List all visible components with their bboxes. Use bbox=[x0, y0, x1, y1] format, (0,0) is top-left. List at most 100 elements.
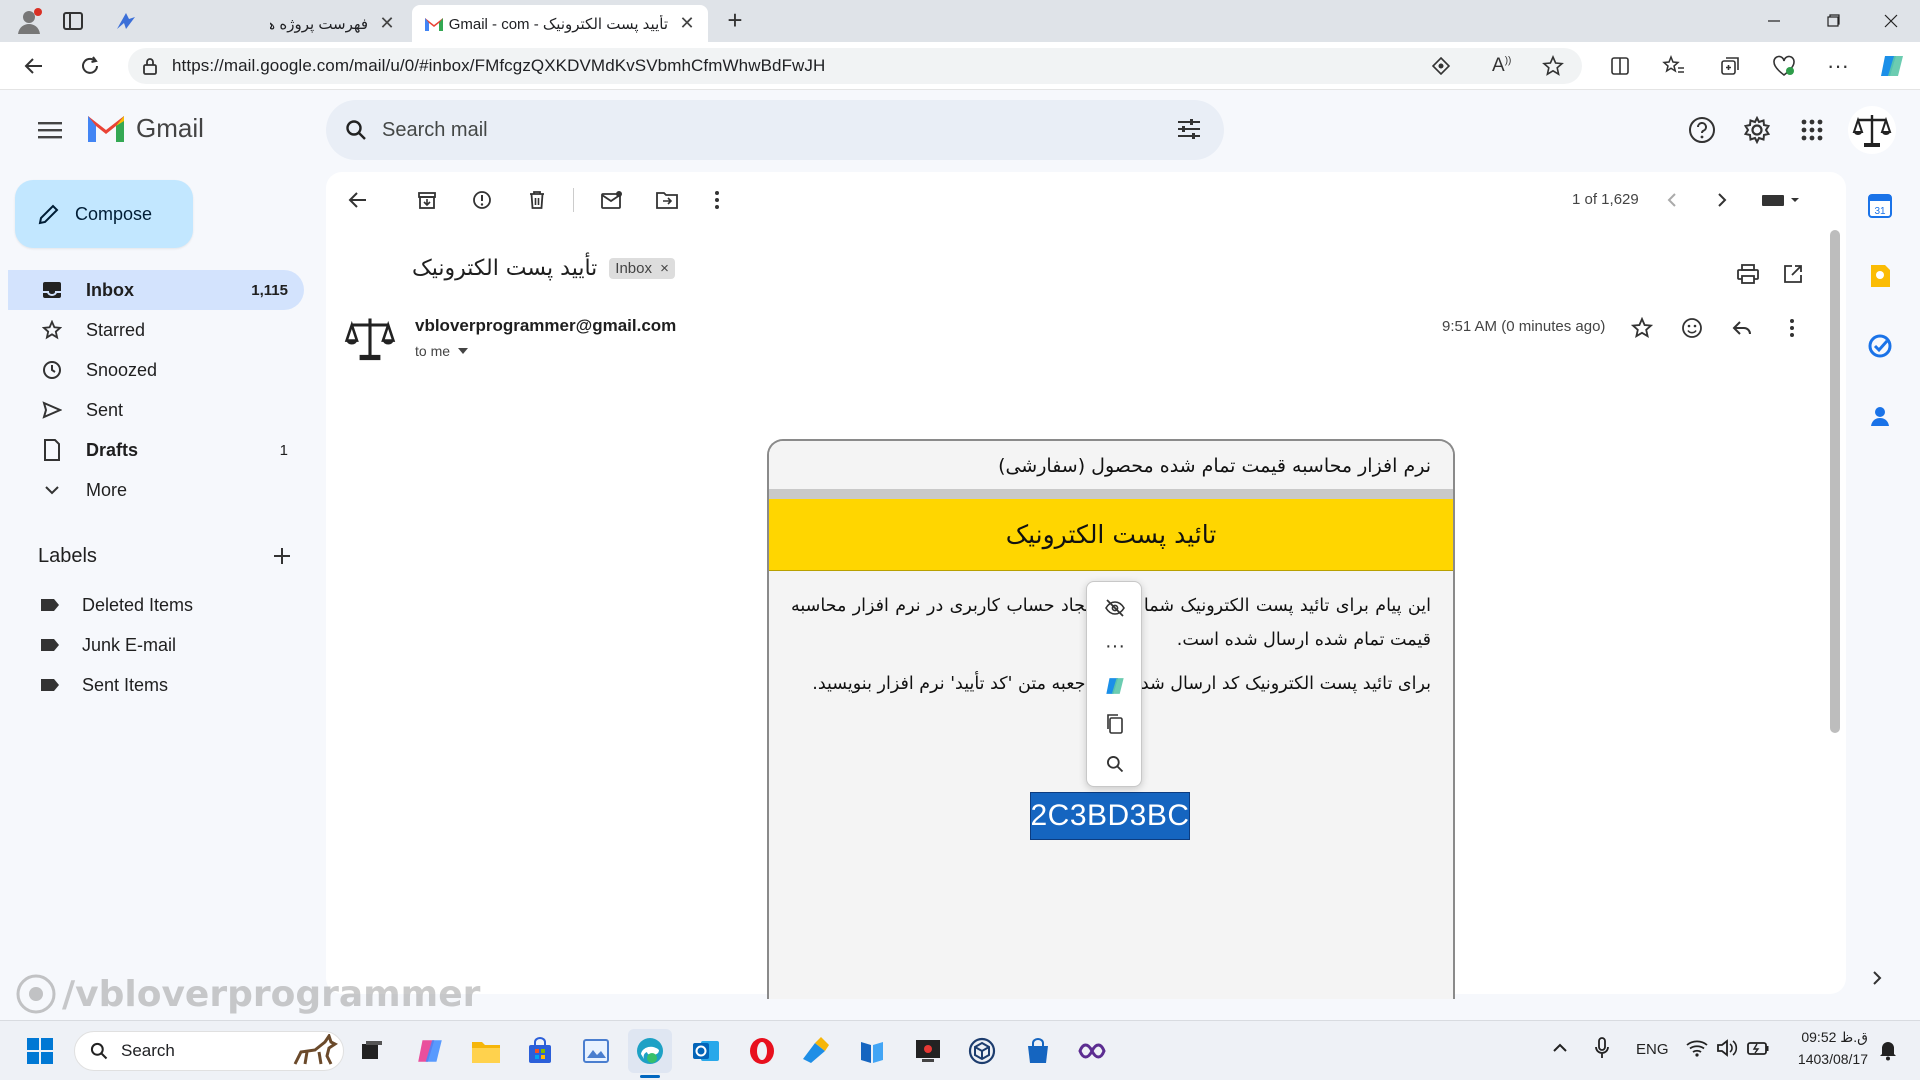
more-vert-icon[interactable] bbox=[699, 182, 735, 218]
message-scrollbar[interactable] bbox=[1830, 230, 1840, 733]
delete-icon[interactable] bbox=[519, 182, 555, 218]
contacts-icon[interactable] bbox=[1866, 402, 1894, 430]
star-message-icon[interactable] bbox=[1624, 310, 1660, 346]
visual-studio-icon[interactable] bbox=[1070, 1029, 1114, 1073]
input-language[interactable]: ENG bbox=[1636, 1041, 1669, 1058]
collections-icon[interactable] bbox=[1714, 50, 1746, 82]
archive-icon[interactable] bbox=[409, 182, 445, 218]
file-explorer-icon[interactable] bbox=[464, 1029, 508, 1073]
sidebar-item-drafts[interactable]: Drafts 1 bbox=[8, 430, 304, 470]
search-icon[interactable] bbox=[1095, 746, 1135, 782]
address-bar[interactable]: https://mail.google.com/mail/u/0/#inbox/… bbox=[128, 48, 1582, 84]
keep-icon[interactable] bbox=[1866, 262, 1894, 290]
message-more-vert-icon[interactable] bbox=[1774, 310, 1810, 346]
3d-cube-app-icon[interactable] bbox=[960, 1029, 1004, 1073]
sender-email[interactable]: vbloverprogrammer@gmail.com bbox=[415, 316, 676, 336]
tasks-icon[interactable] bbox=[1866, 332, 1894, 360]
notification-bell-icon[interactable] bbox=[1878, 1039, 1898, 1061]
copilot-app-icon[interactable] bbox=[408, 1029, 452, 1073]
reply-icon[interactable] bbox=[1724, 310, 1760, 346]
clock-date[interactable]: 1403/08/17 bbox=[1788, 1051, 1868, 1067]
sidebar-item-starred[interactable]: Starred bbox=[8, 310, 304, 350]
gmail-logo[interactable]: Gmail bbox=[86, 112, 204, 144]
maximize-icon[interactable] bbox=[1813, 8, 1853, 34]
expand-panel-chevron-icon[interactable] bbox=[1872, 970, 1888, 990]
print-icon[interactable] bbox=[1730, 256, 1766, 292]
help-icon[interactable] bbox=[1682, 110, 1722, 150]
hide-menu-eye-off-icon[interactable] bbox=[1095, 590, 1135, 626]
read-aloud-icon[interactable]: A)) bbox=[1492, 55, 1511, 77]
add-reaction-emoji-icon[interactable] bbox=[1674, 310, 1710, 346]
search-options-icon[interactable] bbox=[1176, 117, 1202, 141]
edge-browser-icon[interactable] bbox=[628, 1029, 672, 1073]
pinned-tab-icon[interactable] bbox=[114, 9, 138, 33]
microsoft-store-icon[interactable] bbox=[518, 1029, 562, 1073]
volume-icon[interactable] bbox=[1716, 1039, 1738, 1057]
split-screen-icon[interactable] bbox=[1604, 50, 1636, 82]
label-item[interactable]: Deleted Items bbox=[8, 585, 304, 625]
paint-icon[interactable] bbox=[794, 1029, 838, 1073]
show-hidden-icons-chevron-icon[interactable] bbox=[1552, 1043, 1568, 1053]
new-tab-icon[interactable]: + bbox=[722, 7, 748, 34]
opera-icon[interactable] bbox=[740, 1029, 784, 1073]
report-spam-icon[interactable] bbox=[464, 182, 500, 218]
ebook-reader-icon[interactable] bbox=[850, 1029, 894, 1073]
store-bag-icon[interactable] bbox=[1016, 1029, 1060, 1073]
add-label-icon[interactable] bbox=[268, 542, 296, 570]
close-window-icon[interactable] bbox=[1871, 8, 1911, 34]
recipient-row[interactable]: to me bbox=[415, 343, 469, 359]
main-menu-icon[interactable] bbox=[30, 110, 70, 150]
screen-recorder-icon[interactable] bbox=[906, 1029, 950, 1073]
caret-down-icon[interactable] bbox=[458, 348, 469, 354]
compose-button[interactable]: Compose bbox=[15, 180, 193, 248]
copy-icon[interactable] bbox=[1095, 706, 1135, 742]
sidebar-item-more[interactable]: More bbox=[8, 470, 304, 510]
lock-icon[interactable] bbox=[142, 57, 158, 75]
more-options-icon[interactable]: ··· bbox=[1822, 50, 1854, 82]
tracking-prevention-icon[interactable] bbox=[1432, 57, 1450, 75]
account-avatar[interactable] bbox=[1848, 106, 1896, 154]
tab-gmail[interactable]: تأیید پست الکترونیک - Gmail - com ✕ bbox=[412, 5, 708, 42]
profile-icon[interactable] bbox=[14, 6, 44, 36]
close-icon[interactable]: ✕ bbox=[678, 13, 696, 34]
close-icon[interactable]: ✕ bbox=[378, 13, 396, 34]
apps-grid-icon[interactable] bbox=[1792, 110, 1832, 150]
wifi-icon[interactable] bbox=[1686, 1039, 1708, 1057]
search-icon[interactable] bbox=[344, 118, 368, 142]
minimize-icon[interactable] bbox=[1754, 8, 1794, 34]
browser-essentials-icon[interactable] bbox=[1768, 50, 1800, 82]
sender-avatar[interactable] bbox=[344, 312, 396, 364]
calendar-icon[interactable]: 31 bbox=[1866, 192, 1894, 220]
verification-code[interactable]: 2C3BD3BC bbox=[1030, 792, 1190, 840]
microphone-icon[interactable] bbox=[1594, 1037, 1610, 1059]
clock-time[interactable]: 09:52 ق.ظ bbox=[1798, 1029, 1868, 1046]
start-windows-icon[interactable] bbox=[18, 1029, 62, 1073]
image-viewer-icon[interactable] bbox=[574, 1029, 618, 1073]
input-tools-keyboard-icon[interactable] bbox=[1756, 182, 1806, 218]
workspaces-icon[interactable] bbox=[62, 10, 84, 32]
sidebar-item-sent[interactable]: Sent bbox=[8, 390, 304, 430]
open-in-new-window-icon[interactable] bbox=[1775, 256, 1811, 292]
copilot-icon[interactable] bbox=[1876, 50, 1908, 82]
favorites-icon[interactable] bbox=[1658, 50, 1690, 82]
move-to-icon[interactable] bbox=[649, 182, 685, 218]
sidebar-item-snoozed[interactable]: Snoozed bbox=[8, 350, 304, 390]
more-actions-icon[interactable]: ··· bbox=[1095, 628, 1135, 664]
outlook-icon[interactable] bbox=[684, 1029, 728, 1073]
task-view-icon[interactable] bbox=[350, 1029, 394, 1073]
sidebar-item-inbox[interactable]: Inbox 1,115 bbox=[8, 270, 304, 310]
settings-gear-icon[interactable] bbox=[1737, 110, 1777, 150]
label-item[interactable]: Sent Items bbox=[8, 665, 304, 705]
search-bar[interactable] bbox=[326, 100, 1224, 160]
older-chevron-right-icon[interactable] bbox=[1704, 182, 1740, 218]
mark-unread-icon[interactable] bbox=[594, 182, 630, 218]
refresh-icon[interactable] bbox=[74, 50, 106, 82]
newer-chevron-left-icon[interactable] bbox=[1654, 182, 1690, 218]
copilot-icon[interactable] bbox=[1095, 668, 1135, 704]
inbox-label-chip[interactable]: Inbox × bbox=[609, 258, 675, 279]
back-icon[interactable] bbox=[18, 50, 50, 82]
battery-icon[interactable] bbox=[1746, 1039, 1770, 1057]
search-input[interactable] bbox=[382, 118, 1142, 142]
label-item[interactable]: Junk E-mail bbox=[8, 625, 304, 665]
remove-label-icon[interactable]: × bbox=[660, 260, 669, 277]
